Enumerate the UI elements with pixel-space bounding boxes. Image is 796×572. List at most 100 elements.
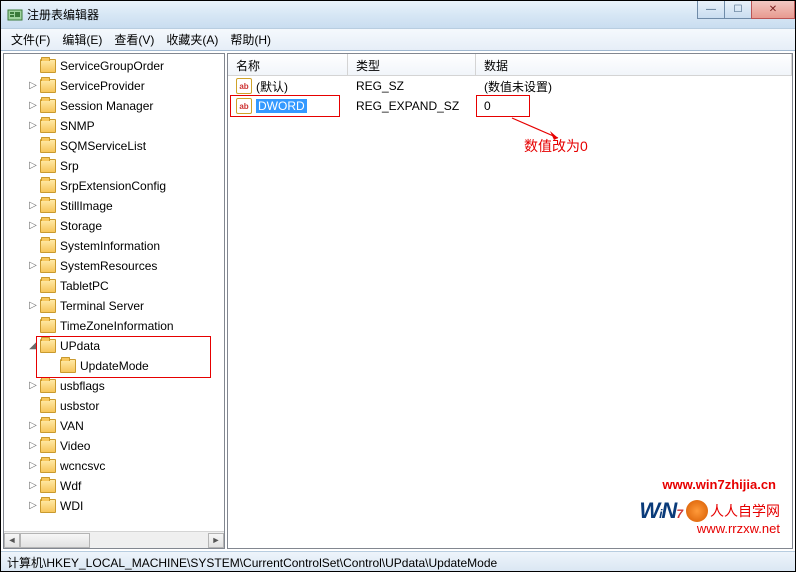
list-row[interactable]: abDWORDREG_EXPAND_SZ0 <box>228 96 792 116</box>
col-type-header[interactable]: 类型 <box>348 54 476 75</box>
expand-icon[interactable]: ▷ <box>28 161 38 171</box>
expand-icon[interactable] <box>28 321 38 331</box>
expand-icon[interactable] <box>48 361 58 371</box>
tree-item-label: TimeZoneInformation <box>60 319 174 333</box>
expand-icon[interactable]: ◢ <box>28 341 38 351</box>
tree-item[interactable]: ▷ usbflags <box>6 376 224 396</box>
folder-icon <box>40 379 56 393</box>
tree-hscrollbar[interactable]: ◄ ► <box>4 531 224 548</box>
minimize-button[interactable]: — <box>697 1 725 19</box>
scroll-track[interactable] <box>20 533 208 548</box>
tree-item[interactable]: usbstor <box>6 396 224 416</box>
folder-icon <box>60 359 76 373</box>
menu-edit[interactable]: 编辑(E) <box>56 29 108 50</box>
tree-item[interactable]: SQMServiceList <box>6 136 224 156</box>
value-name: DWORD <box>256 99 307 113</box>
cell-type: REG_EXPAND_SZ <box>348 96 476 116</box>
expand-icon[interactable]: ▷ <box>28 461 38 471</box>
tree-item[interactable]: UpdateMode <box>6 356 224 376</box>
tree-item[interactable]: SrpExtensionConfig <box>6 176 224 196</box>
folder-icon <box>40 79 56 93</box>
maximize-button[interactable]: ☐ <box>724 1 752 19</box>
expand-icon[interactable] <box>28 181 38 191</box>
tree-item-label: Srp <box>60 159 79 173</box>
tree-item-label: VAN <box>60 419 84 433</box>
tree-item[interactable]: SystemInformation <box>6 236 224 256</box>
tree-item[interactable]: TimeZoneInformation <box>6 316 224 336</box>
expand-icon[interactable]: ▷ <box>28 221 38 231</box>
tree-item-label: UpdateMode <box>80 359 149 373</box>
tree-item[interactable]: ◢ UPdata <box>6 336 224 356</box>
tree-item[interactable]: TabletPC <box>6 276 224 296</box>
expand-icon[interactable]: ▷ <box>28 81 38 91</box>
watermark-url1: www.win7zhijia.cn <box>662 477 776 492</box>
tree-item[interactable]: ▷Video <box>6 436 224 456</box>
folder-icon <box>40 319 56 333</box>
tree-item[interactable]: ▷ Wdf <box>6 476 224 496</box>
expand-icon[interactable]: ▷ <box>28 101 38 111</box>
list-body[interactable]: ab(默认)REG_SZ(数值未设置)abDWORDREG_EXPAND_SZ0… <box>228 76 792 548</box>
tree-item-label: usbflags <box>60 379 105 393</box>
folder-icon <box>40 279 56 293</box>
list-header: 名称 类型 数据 <box>228 54 792 76</box>
folder-icon <box>40 439 56 453</box>
expand-icon[interactable] <box>28 61 38 71</box>
menu-view[interactable]: 查看(V) <box>108 29 160 50</box>
expand-icon[interactable]: ▷ <box>28 481 38 491</box>
folder-icon <box>40 219 56 233</box>
tree-item[interactable]: ▷ Terminal Server <box>6 296 224 316</box>
tree-item[interactable]: ▷Session Manager <box>6 96 224 116</box>
expand-icon[interactable]: ▷ <box>28 261 38 271</box>
expand-icon[interactable] <box>28 241 38 251</box>
scroll-left-button[interactable]: ◄ <box>4 533 20 548</box>
tree-item[interactable]: ServiceGroupOrder <box>6 56 224 76</box>
expand-icon[interactable]: ▷ <box>28 421 38 431</box>
watermark-url2: www.rrzxw.net <box>697 521 780 536</box>
expand-icon[interactable] <box>28 401 38 411</box>
menu-help[interactable]: 帮助(H) <box>224 29 277 50</box>
tree-item-label: TabletPC <box>60 279 109 293</box>
expand-icon[interactable]: ▷ <box>28 441 38 451</box>
close-button[interactable]: ✕ <box>751 1 795 19</box>
menu-favorites[interactable]: 收藏夹(A) <box>160 29 224 50</box>
tree-item[interactable]: ▷ VAN <box>6 416 224 436</box>
expand-icon[interactable]: ▷ <box>28 501 38 511</box>
tree-item-label: SrpExtensionConfig <box>60 179 166 193</box>
tree-item[interactable]: ▷ServiceProvider <box>6 76 224 96</box>
scroll-right-button[interactable]: ► <box>208 533 224 548</box>
col-name-header[interactable]: 名称 <box>228 54 348 75</box>
tree-pane: ServiceGroupOrder▷ServiceProvider▷Sessio… <box>3 53 225 549</box>
tree-item[interactable]: ▷ StillImage <box>6 196 224 216</box>
expand-icon[interactable] <box>28 281 38 291</box>
expand-icon[interactable]: ▷ <box>28 201 38 211</box>
tree-item[interactable]: ▷WDI <box>6 496 224 516</box>
expand-icon[interactable]: ▷ <box>28 381 38 391</box>
expand-icon[interactable]: ▷ <box>28 121 38 131</box>
zixue-text: 人人自学网 <box>710 501 780 521</box>
tree-item[interactable]: ▷SNMP <box>6 116 224 136</box>
tree-item[interactable]: ▷Storage <box>6 216 224 236</box>
tree-item[interactable]: ▷SystemResources <box>6 256 224 276</box>
col-data-header[interactable]: 数据 <box>476 54 792 75</box>
titlebar[interactable]: 注册表编辑器 — ☐ ✕ <box>1 1 795 29</box>
status-path: 计算机\HKEY_LOCAL_MACHINE\SYSTEM\CurrentCon… <box>7 556 497 570</box>
content-area: ServiceGroupOrder▷ServiceProvider▷Sessio… <box>1 51 795 551</box>
list-row[interactable]: ab(默认)REG_SZ(数值未设置) <box>228 76 792 96</box>
menu-file[interactable]: 文件(F) <box>5 29 56 50</box>
tree-item-label: UPdata <box>60 339 100 353</box>
window-title: 注册表编辑器 <box>27 6 99 23</box>
tree-item-label: Wdf <box>60 479 81 493</box>
expand-icon[interactable]: ▷ <box>28 301 38 311</box>
expand-icon[interactable] <box>28 141 38 151</box>
logo-text: WiN7 <box>639 498 682 524</box>
tree-item[interactable]: ▷ Srp <box>6 156 224 176</box>
annotation-text: 数值改为0 <box>524 136 588 156</box>
value-name: (默认) <box>256 78 288 95</box>
scroll-thumb[interactable] <box>20 533 90 548</box>
tree-item-label: StillImage <box>60 199 113 213</box>
tree-item-label: Terminal Server <box>60 299 144 313</box>
registry-tree[interactable]: ServiceGroupOrder▷ServiceProvider▷Sessio… <box>4 54 224 531</box>
tree-item[interactable]: ▷wcncsvc <box>6 456 224 476</box>
folder-icon <box>40 59 56 73</box>
folder-icon <box>40 339 56 353</box>
